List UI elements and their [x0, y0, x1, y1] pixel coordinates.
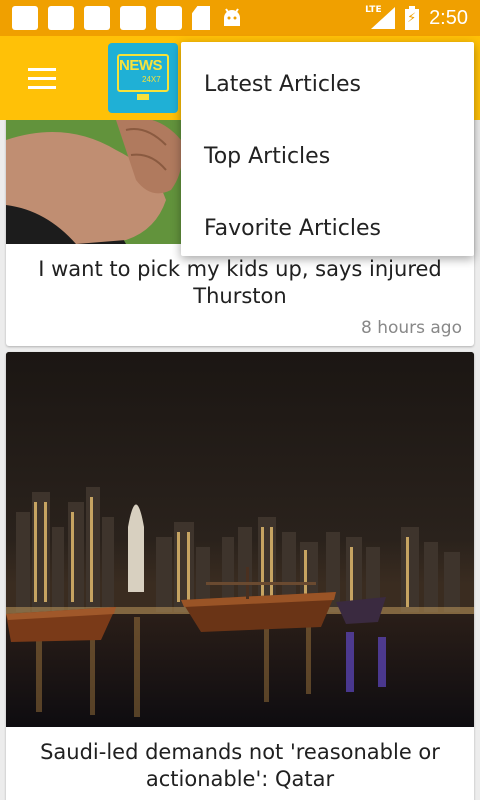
menu-item-top-articles[interactable]: Top Articles: [181, 120, 474, 192]
article-title[interactable]: Saudi-led demands not 'reasonable or act…: [6, 727, 474, 793]
android-icon: [220, 6, 244, 30]
notification-square-icon: [12, 6, 38, 30]
notification-square-icon: [84, 6, 110, 30]
notification-square-icon: [48, 6, 74, 30]
sd-card-icon: [192, 6, 210, 30]
logo-text: NEWS: [119, 57, 163, 74]
app-logo: NEWS 24X7: [108, 43, 178, 113]
menu-item-latest-articles[interactable]: Latest Articles: [181, 48, 474, 120]
system-indicators: LTE ⚡ 2:50: [365, 5, 468, 31]
logo-subtext: 24X7: [142, 75, 161, 84]
battery-charging-icon: ⚡: [405, 6, 420, 30]
menu-item-favorite-articles[interactable]: Favorite Articles: [181, 192, 474, 264]
status-bar: LTE ⚡ 2:50: [0, 0, 480, 36]
article-timestamp: 8 hours ago: [360, 318, 462, 338]
clock: 2:50: [429, 6, 468, 29]
notification-icons: [12, 6, 244, 30]
lte-signal-icon: LTE: [365, 5, 396, 31]
article-image: [6, 352, 474, 727]
overflow-menu: Latest Articles Top Articles Favorite Ar…: [181, 42, 474, 256]
notification-square-icon: [120, 6, 146, 30]
hamburger-menu-icon[interactable]: [0, 36, 84, 120]
notification-square-icon: [156, 6, 182, 30]
article-card[interactable]: Saudi-led demands not 'reasonable or act…: [6, 352, 474, 800]
